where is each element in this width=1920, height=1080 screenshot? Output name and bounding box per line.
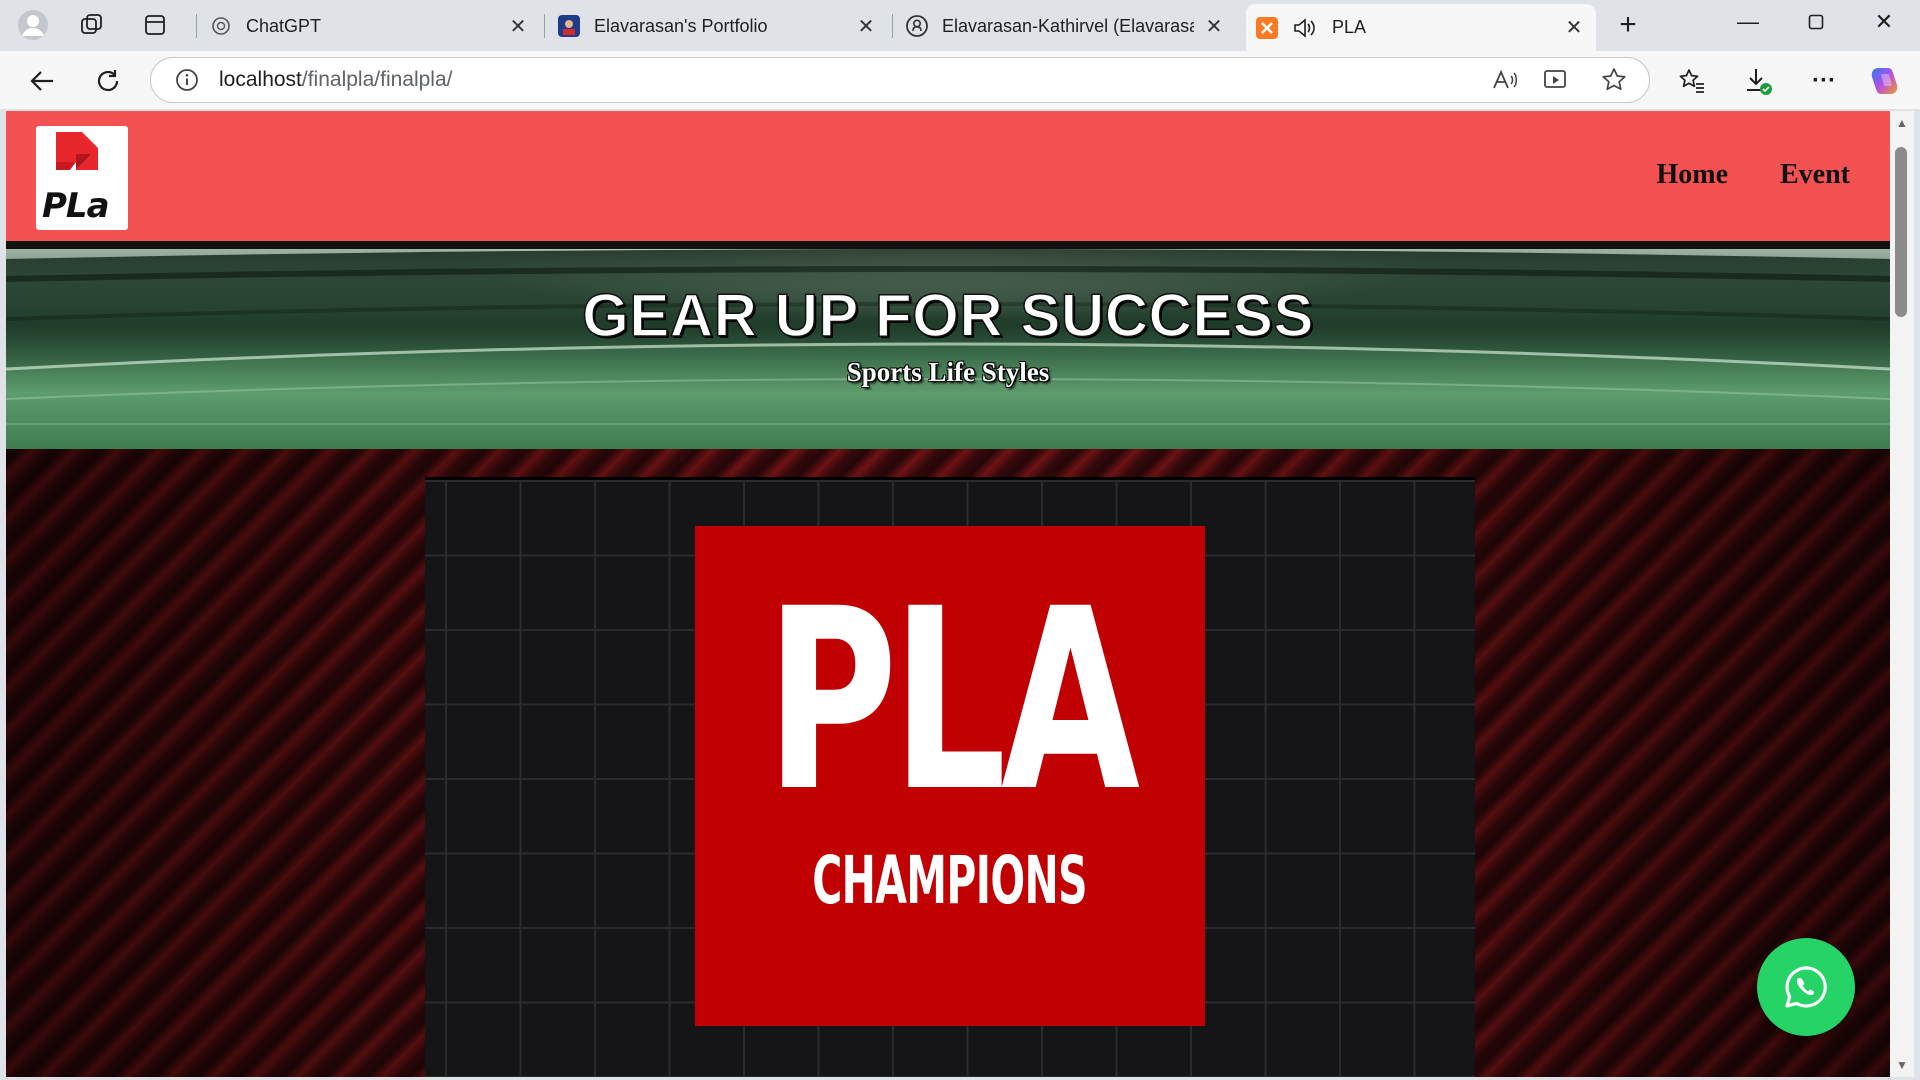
read-aloud-icon[interactable] xyxy=(1491,68,1519,92)
tab-actions-button[interactable] xyxy=(135,5,175,45)
github-icon xyxy=(906,15,928,37)
nav-event-link[interactable]: Event xyxy=(1780,159,1850,191)
page-scrollbar[interactable]: ▲ ▼ xyxy=(1890,111,1914,1077)
poster-title: PLA xyxy=(765,555,1140,846)
whatsapp-chat-button[interactable] xyxy=(1757,938,1855,1036)
address-bar[interactable]: localhost/finalpla/finalpla/ xyxy=(150,57,1650,103)
profile-icon xyxy=(18,10,48,40)
tab-pla-active[interactable]: PLA ✕ xyxy=(1246,4,1596,51)
profile-avatar[interactable] xyxy=(13,5,53,45)
xampp-icon xyxy=(1256,16,1278,39)
plus-icon: + xyxy=(1619,8,1637,41)
reload-icon xyxy=(97,70,119,92)
pla-champions-poster: PLA CHAMPIONS xyxy=(695,526,1205,1026)
url-path: /finalpla/finalpla/ xyxy=(301,68,453,91)
tab-chatgpt[interactable]: ChatGPT ✕ xyxy=(200,6,540,46)
tab-separator xyxy=(544,14,545,38)
tab-github[interactable]: Elavarasan-Kathirvel (Elavarasan ✕ xyxy=(896,6,1236,46)
audio-playing-icon[interactable] xyxy=(1292,17,1316,39)
tab-title: Elavarasan-Kathirvel (Elavarasan xyxy=(942,15,1194,36)
scroll-up-icon[interactable]: ▲ xyxy=(1894,115,1910,131)
browser-toolbar: localhost/finalpla/finalpla/ ··· xyxy=(0,51,1920,110)
copilot-icon xyxy=(1871,68,1898,94)
poster-subtitle: CHAMPIONS xyxy=(812,842,1088,919)
main-nav: Home Event xyxy=(1656,159,1850,191)
hero-subtitle: Sports Life Styles xyxy=(846,357,1050,387)
tab-title: Elavarasan's Portfolio xyxy=(594,15,768,36)
tab-title: ChatGPT xyxy=(246,15,322,36)
chatgpt-icon xyxy=(210,15,232,37)
pla-logo[interactable]: PLa xyxy=(36,126,128,230)
close-window-button[interactable]: ✕ xyxy=(1850,0,1918,44)
close-tab-icon[interactable]: ✕ xyxy=(1562,16,1586,40)
downloads-button[interactable] xyxy=(1736,59,1780,103)
url-host: localhost xyxy=(219,68,302,91)
minimize-icon: — xyxy=(1737,9,1759,34)
settings-more-button[interactable]: ··· xyxy=(1802,59,1846,103)
nav-home-link[interactable]: Home xyxy=(1656,159,1728,191)
page-viewport: PLa Home Event GEAR UP FOR SUCCESS Sport… xyxy=(6,111,1890,1077)
tab-title: PLA xyxy=(1332,17,1367,37)
more-dots-icon: ··· xyxy=(1812,67,1836,94)
portrait-icon xyxy=(558,15,580,37)
tab-strip: ChatGPT ✕ Elavarasan's Portfolio ✕ Elava… xyxy=(0,0,1920,51)
close-tab-icon[interactable]: ✕ xyxy=(854,14,878,38)
feature-panel: PLA CHAMPIONS xyxy=(425,477,1475,1077)
logo-text: PLa xyxy=(42,186,110,226)
new-tab-button[interactable]: + xyxy=(1608,5,1648,45)
workspaces-icon xyxy=(81,14,102,34)
whatsapp-icon xyxy=(1785,966,1827,1008)
back-button[interactable] xyxy=(20,59,64,103)
maximize-button[interactable] xyxy=(1782,0,1850,44)
copilot-button[interactable] xyxy=(1864,59,1908,103)
favorites-button[interactable] xyxy=(1670,59,1714,103)
favorites-list-icon xyxy=(1679,69,1704,93)
hero-banner: GEAR UP FOR SUCCESS Sports Life Styles xyxy=(6,249,1890,449)
minimize-button[interactable]: — xyxy=(1714,0,1782,44)
back-arrow-icon xyxy=(30,71,53,91)
tab-portfolio[interactable]: Elavarasan's Portfolio ✕ xyxy=(548,6,888,46)
tab-actions-icon xyxy=(145,15,165,35)
download-icon xyxy=(1747,69,1772,95)
maximize-icon xyxy=(1808,14,1824,30)
scroll-down-icon[interactable]: ▼ xyxy=(1894,1057,1910,1073)
close-icon: ✕ xyxy=(1874,9,1894,34)
site-info-icon[interactable] xyxy=(175,68,199,92)
tab-separator xyxy=(196,14,197,38)
reload-button[interactable] xyxy=(86,59,130,103)
close-tab-icon[interactable]: ✕ xyxy=(506,14,530,38)
hero-title: GEAR UP FOR SUCCESS xyxy=(581,281,1314,350)
site-header: PLa Home Event xyxy=(6,111,1890,245)
content-section: PLA CHAMPIONS xyxy=(6,449,1890,1077)
url-text[interactable]: localhost/finalpla/finalpla/ xyxy=(219,68,453,92)
workspaces-button[interactable] xyxy=(72,5,112,45)
favorite-star-icon[interactable] xyxy=(1601,67,1627,93)
scrollbar-thumb[interactable] xyxy=(1895,147,1907,317)
tab-separator xyxy=(892,14,893,38)
close-tab-icon[interactable]: ✕ xyxy=(1202,14,1226,38)
app-available-icon[interactable] xyxy=(1543,68,1569,92)
